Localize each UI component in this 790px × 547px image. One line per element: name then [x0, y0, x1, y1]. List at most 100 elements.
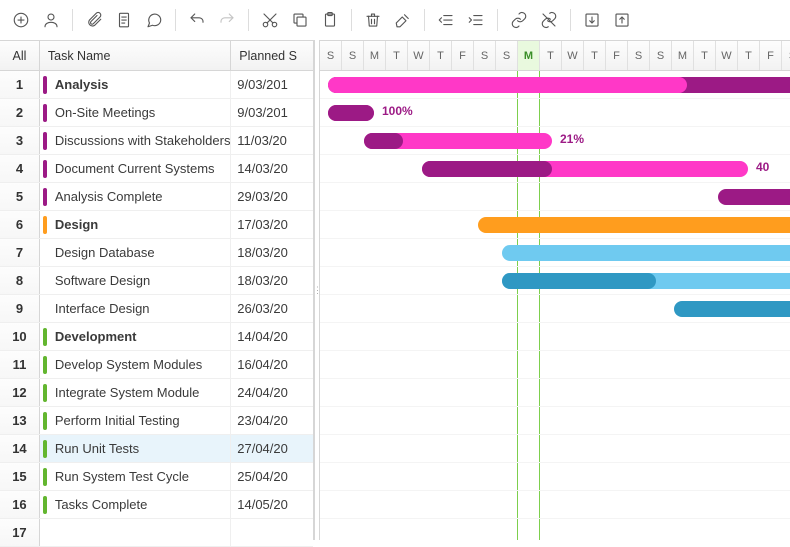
paperclip-icon[interactable] — [81, 7, 107, 33]
task-cell[interactable]: Analysis Complete — [40, 183, 231, 210]
planned-start-cell[interactable] — [231, 519, 313, 546]
redo-icon[interactable] — [214, 7, 240, 33]
link-icon[interactable] — [506, 7, 532, 33]
task-cell[interactable]: Interface Design — [40, 295, 231, 322]
time-cell[interactable]: F — [760, 41, 782, 70]
task-cell[interactable]: Tasks Complete — [40, 491, 231, 518]
cut-icon[interactable] — [257, 7, 283, 33]
note-icon[interactable] — [111, 7, 137, 33]
table-row[interactable]: 5Analysis Complete29/03/20 — [0, 183, 313, 211]
table-row[interactable]: 8Software Design18/03/20 — [0, 267, 313, 295]
table-row[interactable]: 7Design Database18/03/20 — [0, 239, 313, 267]
task-cell[interactable]: Document Current Systems — [40, 155, 231, 182]
unlink-icon[interactable] — [536, 7, 562, 33]
time-cell[interactable]: M — [364, 41, 386, 70]
gantt-bar[interactable] — [502, 273, 790, 289]
gantt-bar[interactable] — [502, 245, 790, 261]
time-cell-today[interactable]: M — [518, 41, 540, 70]
time-cell[interactable]: S — [342, 41, 364, 70]
gantt-bar[interactable] — [478, 217, 790, 233]
planned-start-cell[interactable]: 14/05/20 — [231, 491, 313, 518]
table-row[interactable]: 13Perform Initial Testing23/04/20 — [0, 407, 313, 435]
task-cell[interactable]: Run System Test Cycle — [40, 463, 231, 490]
task-cell[interactable]: Analysis — [40, 71, 231, 98]
table-row[interactable]: 9Interface Design26/03/20 — [0, 295, 313, 323]
table-row[interactable]: 15Run System Test Cycle25/04/20 — [0, 463, 313, 491]
planned-start-cell[interactable]: 18/03/20 — [231, 267, 313, 294]
copy-icon[interactable] — [287, 7, 313, 33]
gantt-bar[interactable]: 40 — [422, 161, 748, 177]
task-cell[interactable]: On-Site Meetings — [40, 99, 231, 126]
task-cell[interactable]: Design — [40, 211, 231, 238]
table-row[interactable]: 12Integrate System Module24/04/20 — [0, 379, 313, 407]
col-header-task[interactable]: Task Name — [40, 41, 231, 70]
planned-start-cell[interactable]: 24/04/20 — [231, 379, 313, 406]
time-cell[interactable]: S — [496, 41, 518, 70]
table-row[interactable]: 3Discussions with Stakeholders11/03/20 — [0, 127, 313, 155]
table-row[interactable]: 16Tasks Complete14/05/20 — [0, 491, 313, 519]
time-cell[interactable]: T — [430, 41, 452, 70]
task-cell[interactable]: Design Database — [40, 239, 231, 266]
gantt-bar[interactable]: 100% — [328, 105, 374, 121]
task-cell[interactable]: Integrate System Module — [40, 379, 231, 406]
time-cell[interactable]: W — [408, 41, 430, 70]
planned-start-cell[interactable]: 23/04/20 — [231, 407, 313, 434]
user-icon[interactable] — [38, 7, 64, 33]
planned-start-cell[interactable]: 14/04/20 — [231, 323, 313, 350]
time-cell[interactable]: S — [320, 41, 342, 70]
table-row[interactable]: 1Analysis9/03/201 — [0, 71, 313, 99]
import-icon[interactable] — [579, 7, 605, 33]
col-header-all[interactable]: All — [0, 41, 40, 70]
task-cell[interactable]: Development — [40, 323, 231, 350]
table-row[interactable]: 6Design17/03/20 — [0, 211, 313, 239]
indent-icon[interactable] — [463, 7, 489, 33]
time-cell[interactable]: M — [672, 41, 694, 70]
planned-start-cell[interactable]: 29/03/20 — [231, 183, 313, 210]
outdent-icon[interactable] — [433, 7, 459, 33]
task-cell[interactable] — [40, 519, 231, 546]
table-row[interactable]: 11Develop System Modules16/04/20 — [0, 351, 313, 379]
time-cell[interactable]: F — [606, 41, 628, 70]
time-cell[interactable]: S — [650, 41, 672, 70]
gantt-bar[interactable] — [328, 77, 790, 93]
delete-icon[interactable] — [360, 7, 386, 33]
export-icon[interactable] — [609, 7, 635, 33]
planned-start-cell[interactable]: 9/03/201 — [231, 71, 313, 98]
table-row[interactable]: 2On-Site Meetings9/03/201 — [0, 99, 313, 127]
time-cell[interactable]: F — [452, 41, 474, 70]
task-cell[interactable]: Develop System Modules — [40, 351, 231, 378]
table-row[interactable]: 17 — [0, 519, 313, 547]
time-cell[interactable]: S — [628, 41, 650, 70]
gantt-bar[interactable] — [718, 189, 790, 205]
task-cell[interactable]: Run Unit Tests — [40, 435, 231, 462]
time-cell[interactable]: T — [540, 41, 562, 70]
planned-start-cell[interactable]: 26/03/20 — [231, 295, 313, 322]
col-header-planned[interactable]: Planned S — [231, 41, 313, 70]
time-cell[interactable]: W — [716, 41, 738, 70]
comment-icon[interactable] — [141, 7, 167, 33]
planned-start-cell[interactable]: 11/03/20 — [231, 127, 313, 154]
time-cell[interactable]: T — [738, 41, 760, 70]
planned-start-cell[interactable]: 16/04/20 — [231, 351, 313, 378]
planned-start-cell[interactable]: 25/04/20 — [231, 463, 313, 490]
gantt-bar[interactable] — [674, 301, 790, 317]
time-cell[interactable]: S — [782, 41, 790, 70]
time-cell[interactable]: S — [474, 41, 496, 70]
clear-icon[interactable] — [390, 7, 416, 33]
task-cell[interactable]: Perform Initial Testing — [40, 407, 231, 434]
planned-start-cell[interactable]: 18/03/20 — [231, 239, 313, 266]
planned-start-cell[interactable]: 14/03/20 — [231, 155, 313, 182]
time-cell[interactable]: W — [562, 41, 584, 70]
time-cell[interactable]: T — [694, 41, 716, 70]
task-cell[interactable]: Discussions with Stakeholders — [40, 127, 231, 154]
planned-start-cell[interactable]: 17/03/20 — [231, 211, 313, 238]
time-cell[interactable]: T — [386, 41, 408, 70]
task-cell[interactable]: Software Design — [40, 267, 231, 294]
planned-start-cell[interactable]: 9/03/201 — [231, 99, 313, 126]
table-row[interactable]: 4Document Current Systems14/03/20 — [0, 155, 313, 183]
planned-start-cell[interactable]: 27/04/20 — [231, 435, 313, 462]
table-row[interactable]: 10Development14/04/20 — [0, 323, 313, 351]
add-circle-icon[interactable] — [8, 7, 34, 33]
gantt-bar[interactable]: 21% — [364, 133, 552, 149]
table-row[interactable]: 14Run Unit Tests27/04/20 — [0, 435, 313, 463]
